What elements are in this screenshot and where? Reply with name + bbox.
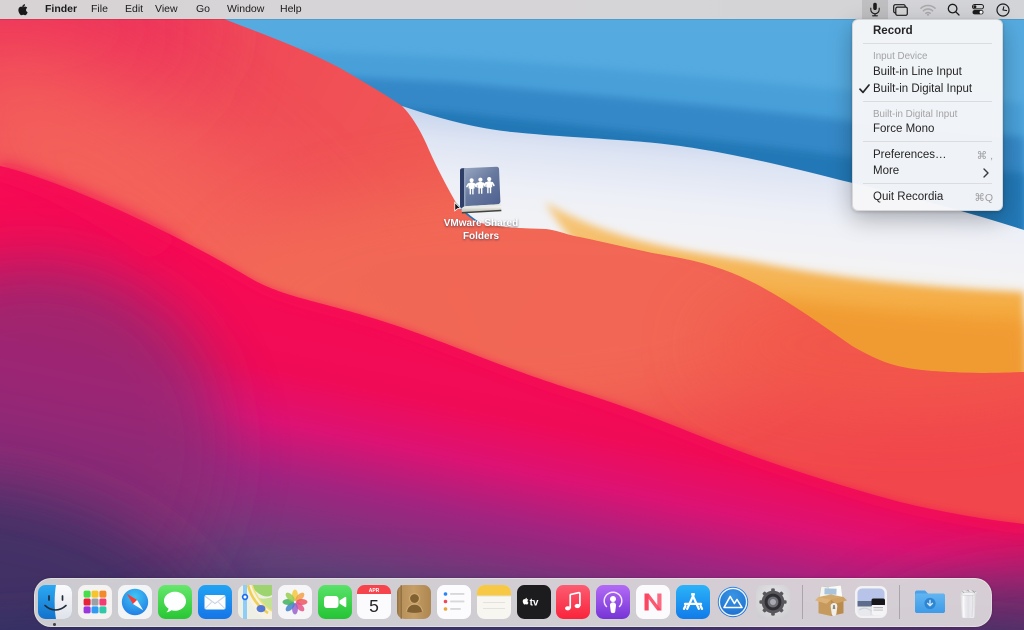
svg-text:tv: tv bbox=[530, 597, 539, 608]
svg-text:APR: APR bbox=[369, 588, 380, 594]
svg-text:5: 5 bbox=[369, 596, 379, 616]
